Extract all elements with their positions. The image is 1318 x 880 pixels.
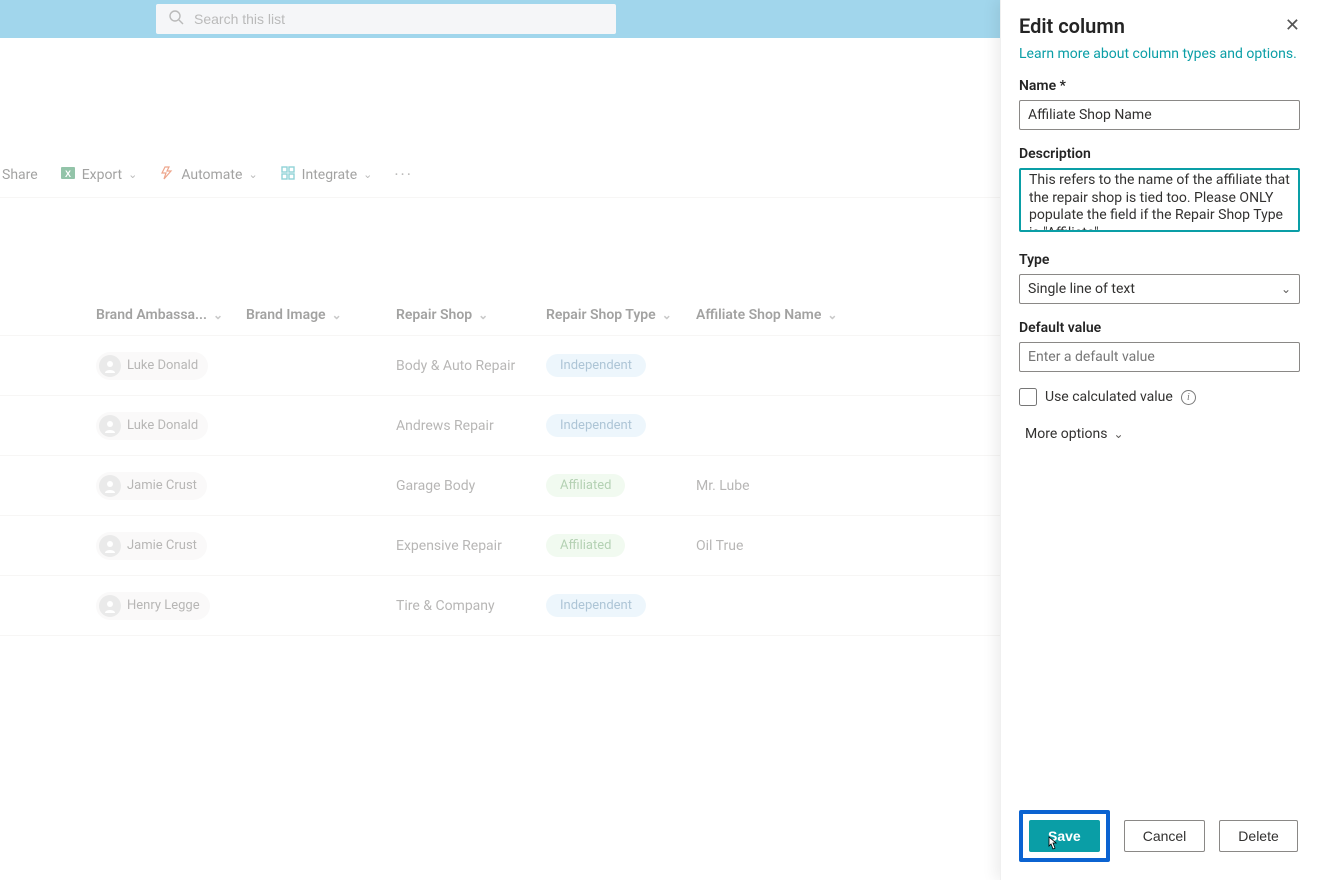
chevron-down-icon: ⌄: [662, 308, 672, 322]
search-input[interactable]: [194, 11, 604, 27]
default-value-input[interactable]: [1019, 342, 1300, 372]
shop-type-pill: Independent: [546, 414, 646, 437]
automate-button[interactable]: Automate ⌄: [159, 165, 257, 185]
avatar-icon: [99, 415, 121, 437]
more-options-label: More options: [1025, 426, 1108, 442]
col-repair-shop[interactable]: Repair Shop ⌄: [396, 307, 546, 323]
avatar-icon: [99, 475, 121, 497]
persona-name: Henry Legge: [127, 598, 200, 613]
col-affiliate-shop-name[interactable]: Affiliate Shop Name ⌄: [696, 307, 886, 323]
cancel-button[interactable]: Cancel: [1124, 820, 1206, 852]
excel-icon: X: [60, 165, 76, 185]
col-repair-shop-type[interactable]: Repair Shop Type ⌄: [546, 307, 696, 323]
search-icon: [168, 9, 184, 29]
integrate-button[interactable]: Integrate ⌄: [280, 165, 373, 185]
delete-button[interactable]: Delete: [1219, 820, 1297, 852]
edit-column-panel: Edit column ✕ Learn more about column ty…: [1000, 0, 1318, 880]
search-box[interactable]: [156, 4, 616, 34]
save-highlight: Save: [1019, 810, 1110, 862]
repair-shop-cell: Garage Body: [396, 478, 546, 494]
automate-label: Automate: [181, 167, 242, 183]
avatar-icon: [99, 535, 121, 557]
description-textarea[interactable]: This refers to the name of the affiliate…: [1019, 168, 1300, 232]
persona-pill[interactable]: Luke Donald: [96, 412, 208, 440]
chevron-down-icon: ⌄: [248, 168, 257, 181]
save-label: Save: [1048, 828, 1081, 844]
chevron-down-icon: ⌄: [1114, 427, 1124, 441]
col-label: Brand Image: [246, 307, 326, 323]
shop-type-pill: Affiliated: [546, 474, 625, 497]
default-value-label: Default value: [1019, 320, 1300, 336]
learn-more-link[interactable]: Learn more about column types and option…: [1019, 46, 1297, 62]
col-label: Repair Shop Type: [546, 307, 656, 323]
persona-name: Jamie Crust: [127, 478, 197, 493]
close-icon[interactable]: ✕: [1285, 17, 1300, 35]
share-label: Share: [2, 167, 38, 183]
more-options-toggle[interactable]: More options ⌄: [1025, 426, 1300, 442]
affiliate-cell: Mr. Lube: [696, 478, 886, 494]
repair-shop-cell: Expensive Repair: [396, 538, 546, 554]
persona-name: Luke Donald: [127, 418, 198, 433]
col-brand-image[interactable]: Brand Image ⌄: [246, 307, 396, 323]
use-calculated-label: Use calculated value: [1045, 389, 1173, 405]
repair-shop-cell: Andrews Repair: [396, 418, 546, 434]
persona-pill[interactable]: Jamie Crust: [96, 472, 207, 500]
chevron-down-icon: ⌄: [478, 308, 488, 322]
repair-shop-cell: Body & Auto Repair: [396, 358, 546, 374]
shop-type-pill: Affiliated: [546, 534, 625, 557]
avatar-icon: [99, 355, 121, 377]
persona-name: Jamie Crust: [127, 538, 197, 553]
svg-text:X: X: [65, 169, 71, 179]
export-button[interactable]: X Export ⌄: [60, 165, 138, 185]
avatar-icon: [99, 595, 121, 617]
export-label: Export: [82, 167, 122, 183]
col-brand-ambassador[interactable]: Brand Ambassa... ⌄: [96, 307, 246, 323]
chevron-down-icon: ⌄: [1281, 282, 1291, 296]
repair-shop-cell: Tire & Company: [396, 598, 546, 614]
persona-pill[interactable]: Henry Legge: [96, 592, 210, 620]
integrate-label: Integrate: [302, 167, 358, 183]
panel-title: Edit column: [1019, 14, 1125, 38]
type-label: Type: [1019, 252, 1300, 268]
info-icon[interactable]: i: [1181, 390, 1196, 405]
chevron-down-icon: ⌄: [213, 308, 223, 322]
col-label: Brand Ambassa...: [96, 307, 207, 323]
type-select[interactable]: Single line of text ⌄: [1019, 274, 1300, 304]
chevron-down-icon: ⌄: [128, 168, 137, 181]
persona-pill[interactable]: Jamie Crust: [96, 532, 207, 560]
col-label: Repair Shop: [396, 307, 472, 323]
persona-name: Luke Donald: [127, 358, 198, 373]
chevron-down-icon: ⌄: [332, 308, 342, 322]
description-label: Description: [1019, 146, 1300, 162]
panel-footer: Save Cancel Delete: [1001, 798, 1318, 880]
overflow-menu[interactable]: ···: [394, 165, 413, 184]
affiliate-cell: Oil True: [696, 538, 886, 554]
shop-type-pill: Independent: [546, 594, 646, 617]
share-button[interactable]: Share: [2, 167, 38, 183]
persona-pill[interactable]: Luke Donald: [96, 352, 208, 380]
use-calculated-checkbox[interactable]: [1019, 388, 1037, 406]
col-label: Affiliate Shop Name: [696, 307, 821, 323]
shop-type-pill: Independent: [546, 354, 646, 377]
name-input[interactable]: [1019, 100, 1300, 130]
chevron-down-icon: ⌄: [827, 308, 837, 322]
type-value: Single line of text: [1028, 281, 1135, 297]
name-label: Name *: [1019, 78, 1300, 94]
integrate-icon: [280, 165, 296, 185]
chevron-down-icon: ⌄: [363, 168, 372, 181]
save-button[interactable]: Save: [1029, 820, 1100, 852]
automate-icon: [159, 165, 175, 185]
